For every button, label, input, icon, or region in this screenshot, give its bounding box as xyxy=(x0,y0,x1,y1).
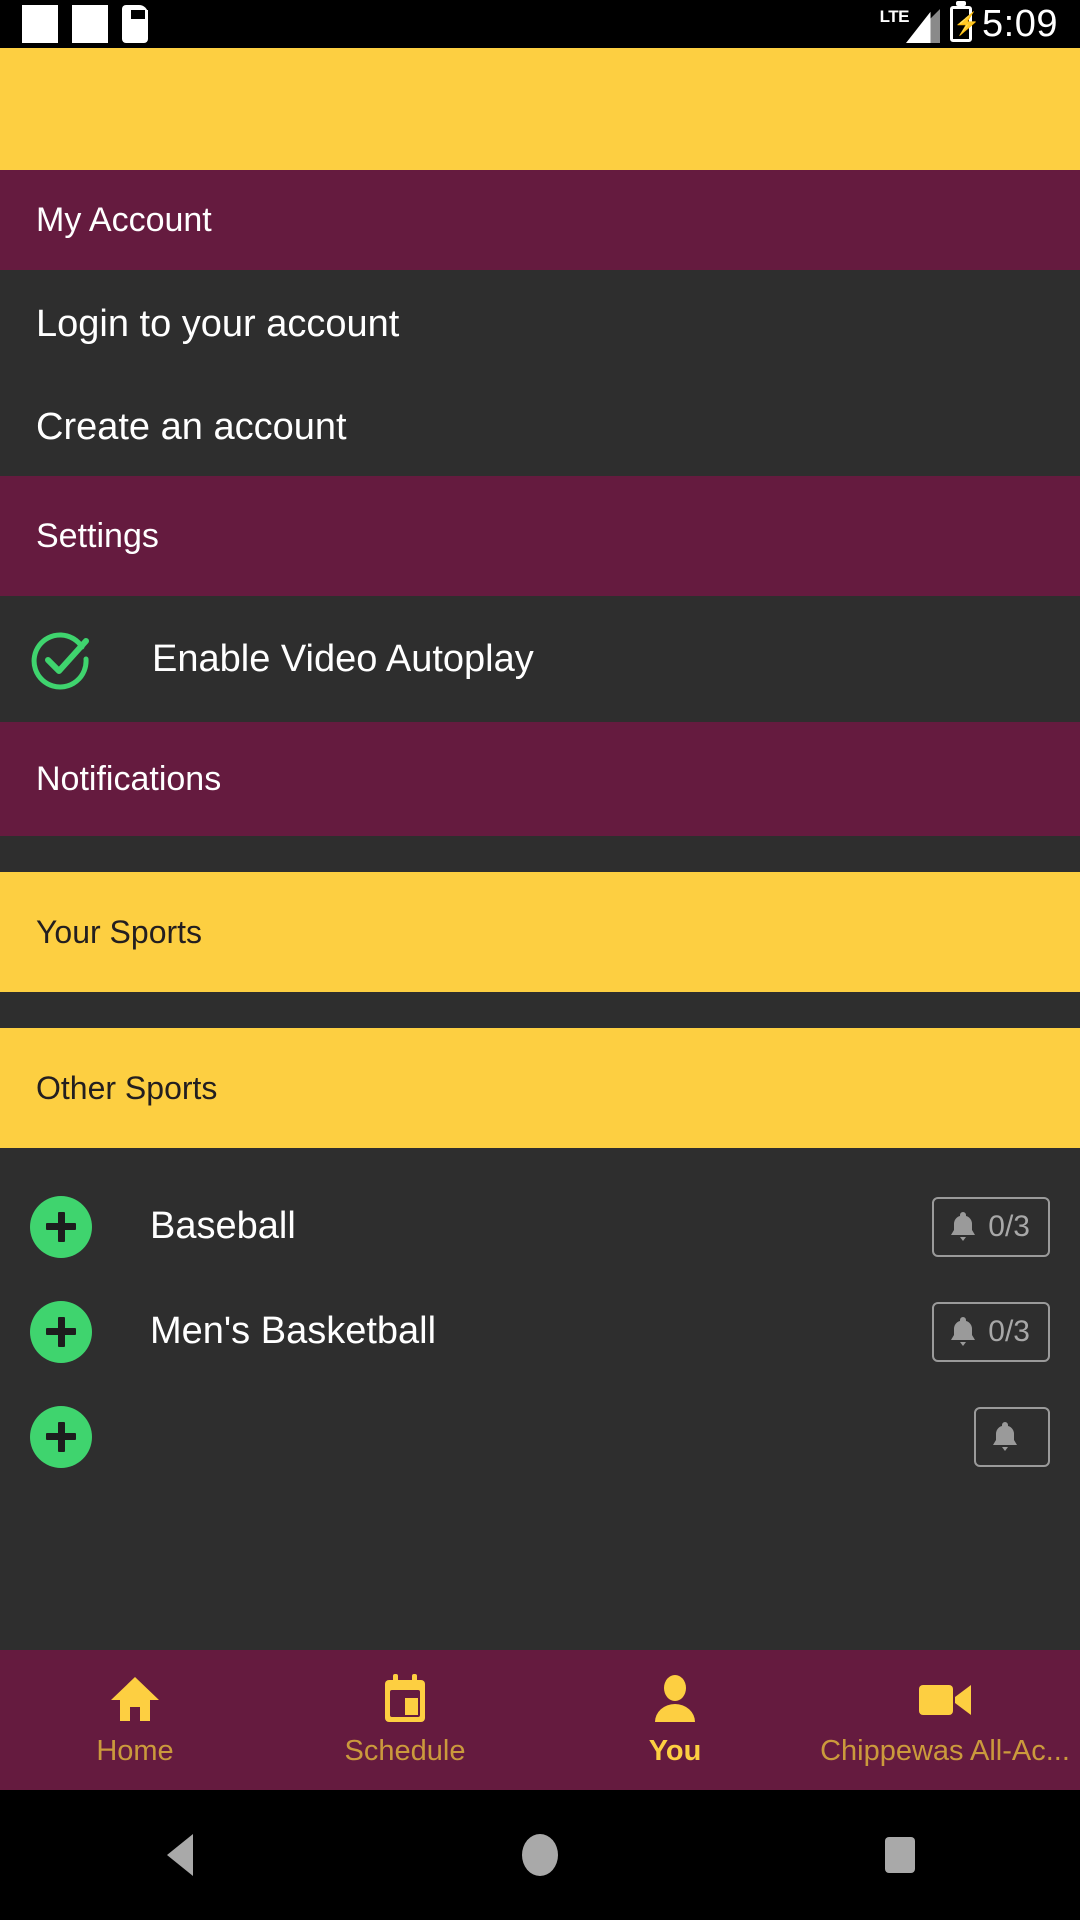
sport-name: Men's Basketball xyxy=(150,1310,437,1352)
enable-video-autoplay-row[interactable]: Enable Video Autoplay xyxy=(0,596,1080,722)
bell-icon xyxy=(993,1421,1017,1451)
tab-label: Schedule xyxy=(344,1734,466,1767)
table-row[interactable]: Baseball 0/3 xyxy=(0,1174,1080,1279)
section-title: Notifications xyxy=(36,759,222,798)
section-title: Your Sports xyxy=(36,913,203,950)
bell-icon xyxy=(951,1316,976,1346)
recents-button[interactable] xyxy=(720,1837,1080,1873)
tab-schedule[interactable]: Schedule xyxy=(270,1650,540,1790)
white-square-icon xyxy=(72,5,108,43)
tab-label: Home xyxy=(96,1734,174,1767)
lte-signal-icon: LTE xyxy=(879,5,941,43)
tab-label: Chippewas All-Ac... xyxy=(820,1734,1070,1767)
plus-circle-icon[interactable] xyxy=(30,1195,92,1258)
status-bar-clock: 5:09 xyxy=(982,2,1058,45)
battery-charging-icon: ⚡ xyxy=(950,6,980,42)
tab-home[interactable]: Home xyxy=(0,1650,270,1790)
bell-icon xyxy=(951,1211,976,1241)
section-title: Settings xyxy=(36,516,159,555)
row-label: Create an account xyxy=(36,405,347,448)
section-title: Other Sports xyxy=(36,1069,218,1106)
section-header-other-sports[interactable]: Other Sports xyxy=(0,1028,1080,1148)
back-button[interactable] xyxy=(0,1834,360,1876)
status-bar: LTE ⚡ 5:09 xyxy=(0,0,1080,48)
notification-badge[interactable] xyxy=(974,1406,1050,1467)
tab-you[interactable]: You xyxy=(540,1650,810,1790)
status-bar-left-icons xyxy=(22,5,148,43)
check-circle-icon[interactable] xyxy=(30,627,94,691)
tab-label: You xyxy=(648,1734,702,1767)
android-navigation-bar xyxy=(0,1790,1080,1920)
other-sports-list: Baseball 0/3 Men's Basketball 0/3 xyxy=(0,1148,1080,1489)
section-header-notifications: Notifications xyxy=(0,722,1080,836)
status-bar-right-icons: LTE ⚡ 5:09 xyxy=(880,3,1058,46)
header-banner xyxy=(0,48,1080,170)
section-header-settings: Settings xyxy=(0,476,1080,596)
recents-square-icon xyxy=(885,1837,915,1873)
lte-label: LTE xyxy=(879,7,910,26)
home-button[interactable] xyxy=(360,1834,720,1876)
section-header-my-account: My Account xyxy=(0,170,1080,270)
video-camera-icon xyxy=(917,1673,973,1725)
badge-count: 0/3 xyxy=(988,1314,1030,1348)
calendar-icon xyxy=(377,1673,433,1725)
notification-badge[interactable]: 0/3 xyxy=(932,1301,1050,1362)
create-an-account-row[interactable]: Create an account xyxy=(0,378,1080,476)
sport-name: Baseball xyxy=(150,1205,296,1247)
section-title: My Account xyxy=(36,200,212,239)
home-circle-icon xyxy=(522,1834,558,1876)
back-triangle-icon xyxy=(167,1834,193,1876)
sd-card-icon xyxy=(122,5,148,43)
person-icon xyxy=(647,1673,703,1725)
bottom-tab-bar: Home Schedule You Chippewas All-Ac... xyxy=(0,1650,1080,1790)
notification-badge[interactable]: 0/3 xyxy=(932,1196,1050,1257)
plus-circle-icon[interactable] xyxy=(30,1300,92,1363)
section-header-your-sports[interactable]: Your Sports xyxy=(0,872,1080,992)
home-icon xyxy=(107,1673,163,1725)
section-divider xyxy=(0,992,1080,1028)
section-divider xyxy=(0,836,1080,872)
toggle-label: Enable Video Autoplay xyxy=(152,637,534,680)
login-to-your-account-row[interactable]: Login to your account xyxy=(0,270,1080,378)
row-label: Login to your account xyxy=(36,302,400,345)
table-row[interactable]: Men's Basketball 0/3 xyxy=(0,1279,1080,1384)
app-screen: LTE ⚡ 5:09 My Account Login to your acco… xyxy=(0,0,1080,1920)
table-row[interactable] xyxy=(0,1384,1080,1489)
plus-circle-icon[interactable] xyxy=(30,1405,92,1468)
signal-bars-icon xyxy=(906,9,941,43)
white-square-icon xyxy=(22,5,58,43)
tab-chippewas-all-access[interactable]: Chippewas All-Ac... xyxy=(810,1650,1080,1790)
badge-count: 0/3 xyxy=(988,1209,1030,1243)
